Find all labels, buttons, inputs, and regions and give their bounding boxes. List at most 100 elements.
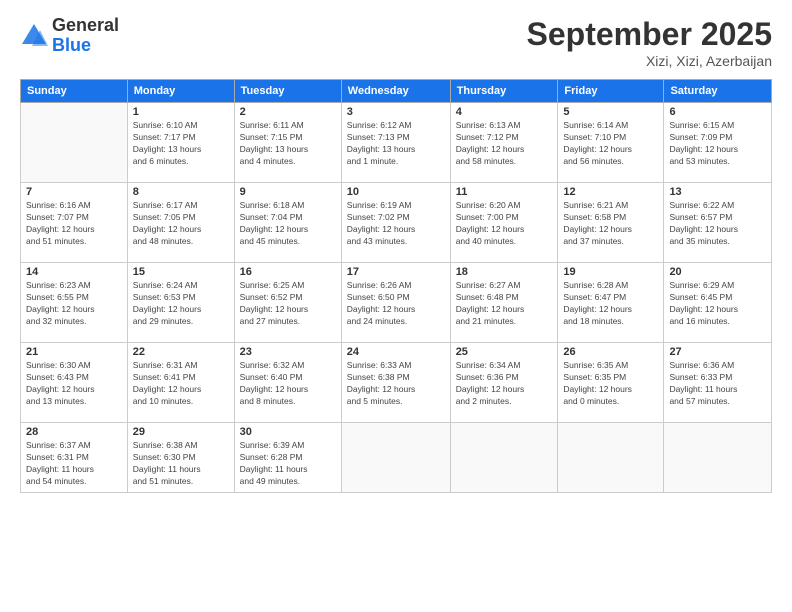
- day-info: Sunrise: 6:15 AMSunset: 7:09 PMDaylight:…: [669, 120, 766, 168]
- calendar-cell: 12 Sunrise: 6:21 AMSunset: 6:58 PMDayligh…: [558, 183, 664, 263]
- weekday-header: Saturday: [664, 80, 772, 103]
- month-title: September 2025: [527, 16, 772, 53]
- calendar-cell: 4 Sunrise: 6:13 AMSunset: 7:12 PMDaylight…: [450, 103, 558, 183]
- day-info: Sunrise: 6:25 AMSunset: 6:52 PMDaylight:…: [240, 280, 336, 328]
- day-number: 25: [456, 346, 553, 358]
- day-info: Sunrise: 6:24 AMSunset: 6:53 PMDaylight:…: [133, 280, 229, 328]
- day-info: Sunrise: 6:17 AMSunset: 7:05 PMDaylight:…: [133, 200, 229, 248]
- logo: General Blue: [20, 16, 119, 56]
- day-info: Sunrise: 6:28 AMSunset: 6:47 PMDaylight:…: [563, 280, 658, 328]
- weekday-header: Thursday: [450, 80, 558, 103]
- day-number: 12: [563, 186, 658, 198]
- day-info: Sunrise: 6:20 AMSunset: 7:00 PMDaylight:…: [456, 200, 553, 248]
- day-info: Sunrise: 6:21 AMSunset: 6:58 PMDaylight:…: [563, 200, 658, 248]
- day-number: 2: [240, 106, 336, 118]
- calendar-cell: 10 Sunrise: 6:19 AMSunset: 7:02 PMDayligh…: [341, 183, 450, 263]
- calendar-cell: 11 Sunrise: 6:20 AMSunset: 7:00 PMDayligh…: [450, 183, 558, 263]
- calendar-cell: 22Sunrise: 6:31 AMSunset: 6:41 PMDayligh…: [127, 343, 234, 423]
- weekday-header: Friday: [558, 80, 664, 103]
- day-number: 6: [669, 106, 766, 118]
- calendar-week-row: 7 Sunrise: 6:16 AMSunset: 7:07 PMDaylight…: [21, 183, 772, 263]
- day-number: 15: [133, 266, 229, 278]
- day-number: 7: [26, 186, 122, 198]
- location: Xizi, Xizi, Azerbaijan: [527, 53, 772, 69]
- calendar-cell: [450, 423, 558, 493]
- day-info: Sunrise: 6:12 AMSunset: 7:13 PMDaylight:…: [347, 120, 445, 168]
- calendar-cell: 3 Sunrise: 6:12 AMSunset: 7:13 PMDaylight…: [341, 103, 450, 183]
- day-info: Sunrise: 6:29 AMSunset: 6:45 PMDaylight:…: [669, 280, 766, 328]
- day-number: 10: [347, 186, 445, 198]
- calendar-cell: 30 Sunrise: 6:39 AMSunset: 6:28 PMDayligh…: [234, 423, 341, 493]
- calendar-cell: 18Sunrise: 6:27 AMSunset: 6:48 PMDayligh…: [450, 263, 558, 343]
- calendar-cell: 1Sunrise: 6:10 AMSunset: 7:17 PMDaylight…: [127, 103, 234, 183]
- calendar-cell: 5Sunrise: 6:14 AMSunset: 7:10 PMDaylight…: [558, 103, 664, 183]
- calendar-week-row: 14Sunrise: 6:23 AMSunset: 6:55 PMDayligh…: [21, 263, 772, 343]
- calendar-cell: 25 Sunrise: 6:34 AMSunset: 6:36 PMDayligh…: [450, 343, 558, 423]
- day-number: 18: [456, 266, 553, 278]
- calendar-week-row: 1Sunrise: 6:10 AMSunset: 7:17 PMDaylight…: [21, 103, 772, 183]
- day-info: Sunrise: 6:33 AMSunset: 6:38 PMDaylight:…: [347, 360, 445, 408]
- day-number: 23: [240, 346, 336, 358]
- day-info: Sunrise: 6:36 AMSunset: 6:33 PMDaylight:…: [669, 360, 766, 408]
- day-info: Sunrise: 6:18 AMSunset: 7:04 PMDaylight:…: [240, 200, 336, 248]
- calendar: SundayMondayTuesdayWednesdayThursdayFrid…: [20, 79, 772, 493]
- calendar-cell: [341, 423, 450, 493]
- day-number: 11: [456, 186, 553, 198]
- day-number: 17: [347, 266, 445, 278]
- title-section: September 2025 Xizi, Xizi, Azerbaijan: [527, 16, 772, 69]
- calendar-week-row: 21 Sunrise: 6:30 AMSunset: 6:43 PMDayligh…: [21, 343, 772, 423]
- weekday-header: Wednesday: [341, 80, 450, 103]
- calendar-cell: 24 Sunrise: 6:33 AMSunset: 6:38 PMDayligh…: [341, 343, 450, 423]
- logo-blue: Blue: [52, 36, 119, 56]
- calendar-cell: 2 Sunrise: 6:11 AMSunset: 7:15 PMDaylight…: [234, 103, 341, 183]
- day-number: 30: [240, 426, 336, 438]
- day-number: 20: [669, 266, 766, 278]
- day-number: 28: [26, 426, 122, 438]
- day-info: Sunrise: 6:26 AMSunset: 6:50 PMDaylight:…: [347, 280, 445, 328]
- day-number: 8: [133, 186, 229, 198]
- day-number: 24: [347, 346, 445, 358]
- calendar-cell: 16 Sunrise: 6:25 AMSunset: 6:52 PMDayligh…: [234, 263, 341, 343]
- day-number: 21: [26, 346, 122, 358]
- page: General Blue September 2025 Xizi, Xizi, …: [0, 0, 792, 612]
- calendar-cell: 13 Sunrise: 6:22 AMSunset: 6:57 PMDayligh…: [664, 183, 772, 263]
- calendar-cell: [21, 103, 128, 183]
- day-number: 26: [563, 346, 658, 358]
- calendar-cell: 15 Sunrise: 6:24 AMSunset: 6:53 PMDayligh…: [127, 263, 234, 343]
- calendar-cell: [558, 423, 664, 493]
- day-info: Sunrise: 6:16 AMSunset: 7:07 PMDaylight:…: [26, 200, 122, 248]
- day-info: Sunrise: 6:30 AMSunset: 6:43 PMDaylight:…: [26, 360, 122, 408]
- weekday-header: Monday: [127, 80, 234, 103]
- calendar-cell: 21 Sunrise: 6:30 AMSunset: 6:43 PMDayligh…: [21, 343, 128, 423]
- day-info: Sunrise: 6:35 AMSunset: 6:35 PMDaylight:…: [563, 360, 658, 408]
- day-number: 4: [456, 106, 553, 118]
- day-info: Sunrise: 6:22 AMSunset: 6:57 PMDaylight:…: [669, 200, 766, 248]
- day-number: 5: [563, 106, 658, 118]
- day-info: Sunrise: 6:32 AMSunset: 6:40 PMDaylight:…: [240, 360, 336, 408]
- day-info: Sunrise: 6:37 AMSunset: 6:31 PMDaylight:…: [26, 440, 122, 488]
- calendar-cell: 19Sunrise: 6:28 AMSunset: 6:47 PMDayligh…: [558, 263, 664, 343]
- day-info: Sunrise: 6:13 AMSunset: 7:12 PMDaylight:…: [456, 120, 553, 168]
- day-number: 9: [240, 186, 336, 198]
- day-info: Sunrise: 6:39 AMSunset: 6:28 PMDaylight:…: [240, 440, 336, 488]
- weekday-header: Tuesday: [234, 80, 341, 103]
- day-number: 13: [669, 186, 766, 198]
- calendar-cell: 29Sunrise: 6:38 AMSunset: 6:30 PMDayligh…: [127, 423, 234, 493]
- calendar-cell: 26 Sunrise: 6:35 AMSunset: 6:35 PMDayligh…: [558, 343, 664, 423]
- calendar-cell: 28 Sunrise: 6:37 AMSunset: 6:31 PMDayligh…: [21, 423, 128, 493]
- day-number: 3: [347, 106, 445, 118]
- day-number: 16: [240, 266, 336, 278]
- day-info: Sunrise: 6:11 AMSunset: 7:15 PMDaylight:…: [240, 120, 336, 168]
- logo-text: General Blue: [52, 16, 119, 56]
- calendar-cell: 8 Sunrise: 6:17 AMSunset: 7:05 PMDaylight…: [127, 183, 234, 263]
- day-info: Sunrise: 6:10 AMSunset: 7:17 PMDaylight:…: [133, 120, 229, 168]
- day-info: Sunrise: 6:19 AMSunset: 7:02 PMDaylight:…: [347, 200, 445, 248]
- calendar-cell: 23 Sunrise: 6:32 AMSunset: 6:40 PMDayligh…: [234, 343, 341, 423]
- logo-general: General: [52, 16, 119, 36]
- weekday-header-row: SundayMondayTuesdayWednesdayThursdayFrid…: [21, 80, 772, 103]
- day-info: Sunrise: 6:34 AMSunset: 6:36 PMDaylight:…: [456, 360, 553, 408]
- header: General Blue September 2025 Xizi, Xizi, …: [20, 16, 772, 69]
- day-number: 27: [669, 346, 766, 358]
- day-info: Sunrise: 6:38 AMSunset: 6:30 PMDaylight:…: [133, 440, 229, 488]
- calendar-cell: 20 Sunrise: 6:29 AMSunset: 6:45 PMDayligh…: [664, 263, 772, 343]
